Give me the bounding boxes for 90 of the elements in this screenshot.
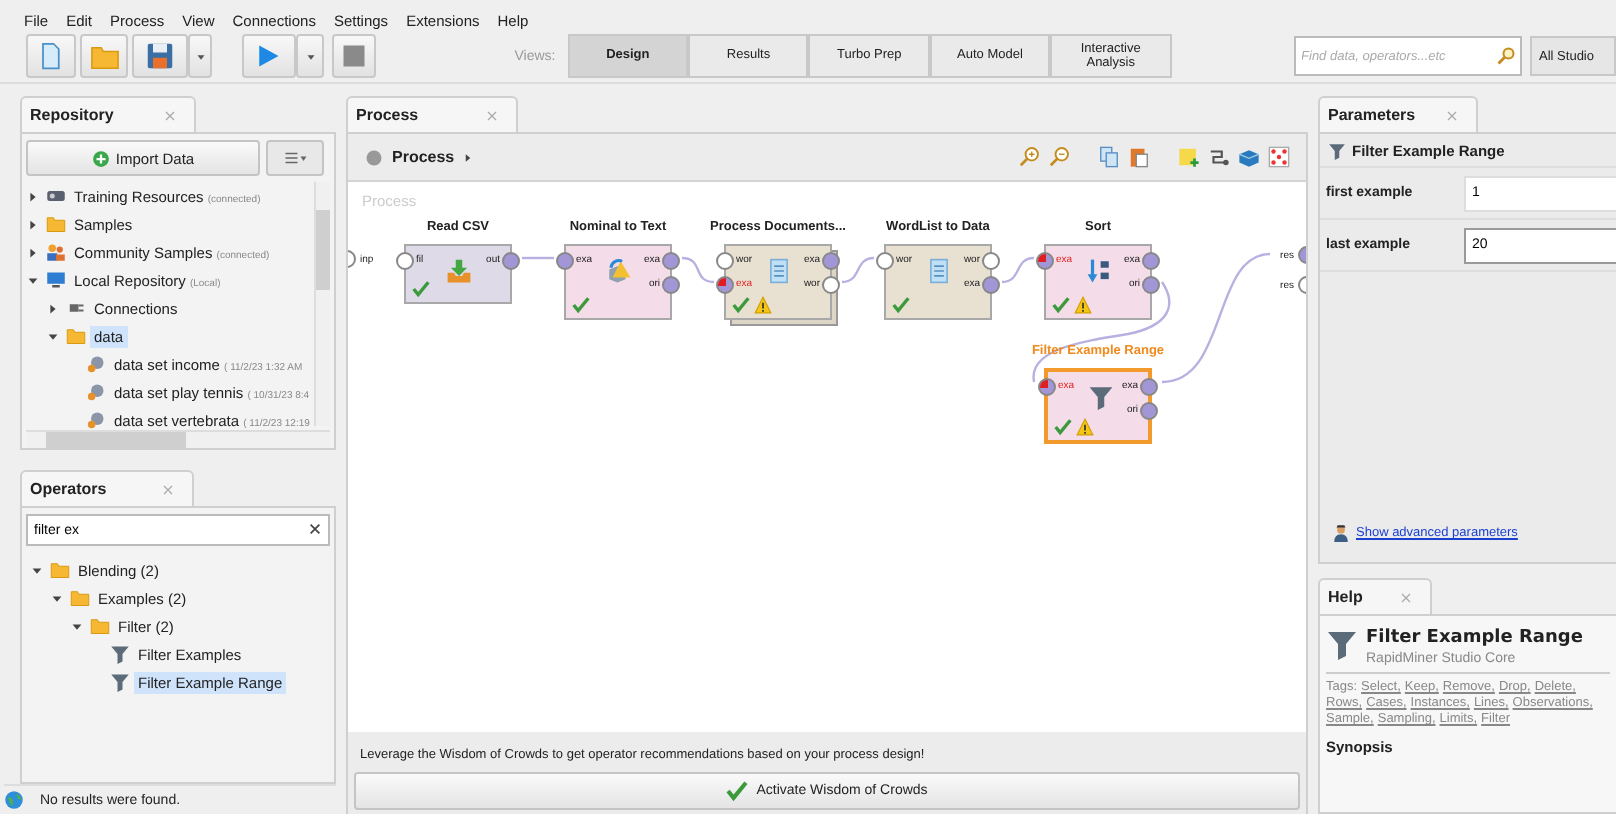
- close-icon[interactable]: [162, 107, 178, 123]
- panel-tab[interactable]: Parameters: [1318, 96, 1478, 132]
- input-port[interactable]: [556, 252, 574, 270]
- expander-icon[interactable]: [26, 273, 40, 287]
- zoom-in-icon[interactable]: [1018, 146, 1040, 168]
- read-icon: [446, 258, 472, 284]
- output-port[interactable]: [1142, 252, 1160, 270]
- horizontal-scrollbar[interactable]: [26, 430, 330, 448]
- file-icon: [36, 42, 65, 70]
- input-port[interactable]: [716, 252, 734, 270]
- computer-icon: [46, 270, 66, 290]
- sort-icon: [1086, 258, 1112, 284]
- panel-tab[interactable]: Process: [346, 96, 518, 132]
- input-port[interactable]: [1036, 252, 1054, 270]
- breadcrumb[interactable]: Process: [392, 148, 455, 166]
- zoom-out-icon[interactable]: [1048, 146, 1070, 168]
- folder-icon: [46, 214, 66, 234]
- funnel-icon: [1088, 384, 1114, 410]
- search-icon[interactable]: [1495, 46, 1516, 66]
- community-icon: [46, 242, 66, 262]
- training-icon: [46, 186, 66, 206]
- open-button[interactable]: [79, 34, 129, 78]
- save-button[interactable]: [132, 34, 189, 78]
- panel-tab[interactable]: Operators: [20, 470, 194, 506]
- menu-button[interactable]: [266, 140, 324, 176]
- expander-icon[interactable]: [30, 563, 44, 577]
- panel-tab[interactable]: Help: [1318, 578, 1432, 614]
- expander-icon[interactable]: [46, 301, 60, 315]
- run-button[interactable]: [241, 34, 296, 78]
- circle-icon: [364, 147, 384, 167]
- connections-icon: [66, 298, 86, 318]
- clear-icon[interactable]: [308, 522, 322, 536]
- input-port[interactable]: [716, 276, 734, 294]
- vertical-scrollbar[interactable]: [314, 182, 330, 426]
- triangle-right-icon[interactable]: [462, 151, 475, 163]
- caret-icon: [303, 49, 318, 63]
- stop-icon: [342, 44, 367, 68]
- output-port[interactable]: [502, 252, 520, 270]
- input-port[interactable]: [396, 252, 414, 270]
- document-icon: [926, 258, 952, 284]
- help-title: Filter Example Range: [1366, 628, 1583, 648]
- person-icon: [1332, 524, 1350, 542]
- output-port[interactable]: [662, 276, 680, 294]
- funnel-icon: [1328, 141, 1346, 159]
- output-port[interactable]: [1140, 402, 1158, 420]
- document-icon: [766, 258, 792, 284]
- expander-icon[interactable]: [26, 217, 40, 231]
- cube-icon[interactable]: [1238, 146, 1260, 168]
- dataset-icon: [86, 354, 106, 374]
- expander-icon[interactable]: [70, 619, 84, 633]
- play-icon: [254, 42, 283, 70]
- output-port[interactable]: [822, 252, 840, 270]
- globe-icon: [4, 790, 24, 810]
- route-icon[interactable]: [1208, 146, 1230, 168]
- convert-icon: [606, 258, 632, 284]
- close-icon[interactable]: [160, 481, 176, 497]
- expander-icon[interactable]: [50, 591, 64, 605]
- dataset-icon: [86, 410, 106, 430]
- connection-wire: [522, 256, 554, 260]
- fit-icon[interactable]: [1268, 146, 1290, 168]
- close-icon[interactable]: [1444, 107, 1460, 123]
- caret-icon: [193, 49, 208, 63]
- expander-icon[interactable]: [26, 245, 40, 259]
- folder-icon: [89, 41, 120, 71]
- close-icon[interactable]: [1398, 589, 1414, 605]
- folder-icon: [66, 326, 86, 346]
- funnel-icon: [1326, 628, 1358, 660]
- close-icon[interactable]: [484, 107, 500, 123]
- dataset-icon: [86, 382, 106, 402]
- output-port[interactable]: [982, 252, 1000, 270]
- output-port[interactable]: [1142, 276, 1160, 294]
- expander-icon[interactable]: [46, 329, 60, 343]
- note-icon[interactable]: [1178, 146, 1200, 168]
- output-port[interactable]: [662, 252, 680, 270]
- output-port[interactable]: [1140, 378, 1158, 396]
- expander-icon[interactable]: [26, 189, 40, 203]
- stop-button[interactable]: [332, 34, 377, 78]
- connection-wire: [1161, 252, 1271, 384]
- connection-wire: [681, 256, 715, 284]
- output-port[interactable]: [822, 276, 840, 294]
- input-port[interactable]: [1038, 378, 1056, 396]
- check-icon: [726, 780, 749, 802]
- output-port[interactable]: [982, 276, 1000, 294]
- plus-icon: [91, 149, 110, 167]
- clipboard-icon[interactable]: [1128, 146, 1150, 168]
- input-port[interactable]: [876, 252, 894, 270]
- copy-icon[interactable]: [1098, 146, 1120, 168]
- connection-wire: [841, 256, 875, 284]
- new-process-button[interactable]: [26, 34, 76, 78]
- panel-tab[interactable]: Repository: [20, 96, 196, 132]
